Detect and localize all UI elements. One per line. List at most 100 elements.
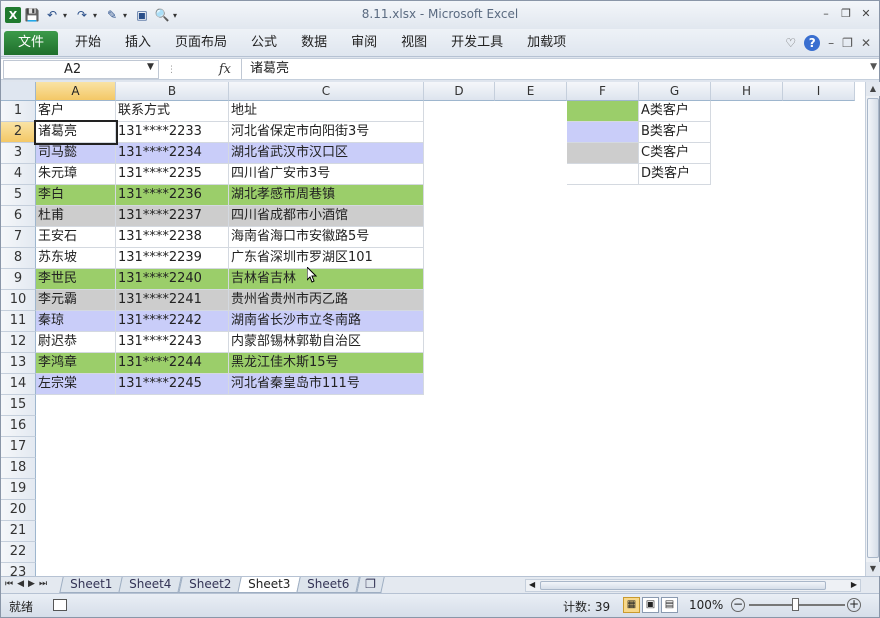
close-icon[interactable]: ✕ — [859, 7, 873, 21]
cell[interactable]: 131****2239 — [116, 248, 229, 269]
column-header[interactable]: H — [711, 82, 783, 101]
cell[interactable]: 左宗棠 — [36, 374, 116, 395]
row-header[interactable]: 19 — [1, 479, 36, 500]
legend-swatch[interactable] — [567, 143, 639, 164]
cell[interactable]: 李白 — [36, 185, 116, 206]
page-break-view-icon[interactable]: ▤ — [661, 597, 678, 613]
cell[interactable]: 131****2238 — [116, 227, 229, 248]
sheet-tab[interactable]: Sheet1 — [59, 577, 124, 593]
cell[interactable]: 湖北省武汉市汉口区 — [229, 143, 424, 164]
minimize-icon[interactable]: – — [819, 7, 833, 21]
insert-function-button[interactable]: fx — [219, 62, 231, 77]
zoom-in-icon[interactable]: + — [847, 598, 861, 612]
row-header[interactable]: 1 — [1, 101, 36, 122]
column-header[interactable]: G — [639, 82, 711, 101]
column-header[interactable]: E — [495, 82, 567, 101]
cell[interactable]: 131****2243 — [116, 332, 229, 353]
row-header[interactable]: 16 — [1, 416, 36, 437]
row-header[interactable]: 12 — [1, 332, 36, 353]
collapse-ribbon-icon[interactable]: ♡ — [785, 36, 796, 50]
row-header[interactable]: 8 — [1, 248, 36, 269]
scroll-down-icon[interactable]: ▼ — [866, 562, 880, 576]
scroll-up-icon[interactable]: ▲ — [866, 82, 880, 96]
row-header[interactable]: 10 — [1, 290, 36, 311]
cell[interactable]: 朱元璋 — [36, 164, 116, 185]
cell[interactable]: 河北省保定市向阳街3号 — [229, 122, 424, 143]
cell[interactable]: 秦琼 — [36, 311, 116, 332]
cell[interactable]: 131****2236 — [116, 185, 229, 206]
tab-file[interactable]: 文件 — [4, 31, 58, 55]
cell[interactable]: 李世民 — [36, 269, 116, 290]
expand-formula-icon[interactable]: ▼ — [870, 62, 877, 72]
doc-close-icon[interactable]: ✕ — [861, 36, 871, 50]
row-header[interactable]: 9 — [1, 269, 36, 290]
next-sheet-icon[interactable]: ▶ — [28, 579, 35, 589]
cell[interactable]: B类客户 — [639, 122, 711, 143]
resize-handle-icon[interactable]: ⋮ — [167, 65, 176, 75]
cell[interactable]: 吉林省吉林 — [229, 269, 424, 290]
zoom-slider-thumb[interactable] — [792, 598, 799, 611]
cell[interactable]: 联系方式 — [116, 101, 229, 122]
ribbon-tab[interactable]: 审阅 — [339, 29, 389, 57]
horizontal-scroll-thumb[interactable] — [540, 581, 826, 590]
restore-icon[interactable]: ❐ — [839, 7, 853, 21]
cell[interactable]: 杜甫 — [36, 206, 116, 227]
row-header[interactable]: 2 — [1, 122, 36, 143]
cell[interactable]: 客户 — [36, 101, 116, 122]
cell[interactable]: 尉迟恭 — [36, 332, 116, 353]
cell[interactable]: 131****2241 — [116, 290, 229, 311]
column-header[interactable]: D — [424, 82, 495, 101]
row-header[interactable]: 5 — [1, 185, 36, 206]
row-header[interactable]: 6 — [1, 206, 36, 227]
zoom-level[interactable]: 100% — [689, 598, 723, 612]
row-header[interactable]: 11 — [1, 311, 36, 332]
select-all-button[interactable] — [1, 82, 36, 101]
cell[interactable]: 河北省秦皇岛市111号 — [229, 374, 424, 395]
column-header[interactable]: F — [567, 82, 639, 101]
cell[interactable]: 131****2237 — [116, 206, 229, 227]
cell[interactable]: D类客户 — [639, 164, 711, 185]
cell[interactable]: 131****2233 — [116, 122, 229, 143]
row-header[interactable]: 3 — [1, 143, 36, 164]
cell[interactable]: 湖北孝感市周巷镇 — [229, 185, 424, 206]
cell[interactable]: 贵州省贵州市丙乙路 — [229, 290, 424, 311]
ribbon-tab[interactable]: 视图 — [389, 29, 439, 57]
sheet-tab[interactable]: Sheet4 — [118, 577, 183, 593]
last-sheet-icon[interactable]: ⏭ — [39, 579, 47, 589]
horizontal-scrollbar[interactable]: ◀ ▶ — [525, 579, 861, 592]
cell[interactable]: 湖南省长沙市立冬南路 — [229, 311, 424, 332]
sheet-tab[interactable]: Sheet3 — [237, 577, 302, 593]
row-header[interactable]: 14 — [1, 374, 36, 395]
row-header[interactable]: 7 — [1, 227, 36, 248]
insert-sheet-button[interactable]: ❐ — [355, 577, 385, 593]
worksheet-grid[interactable]: A B C D E F G H I 1 2 3 4 5 6 7 8 9 10 11 12 13 14 15 16 17 18 19 20… — [1, 82, 865, 576]
column-header[interactable]: A — [36, 82, 116, 101]
cell[interactable]: 王安石 — [36, 227, 116, 248]
sheet-tab[interactable]: Sheet2 — [177, 577, 242, 593]
row-header[interactable]: 15 — [1, 395, 36, 416]
cell[interactable]: 海南省海口市安徽路5号 — [229, 227, 424, 248]
cell[interactable]: 131****2235 — [116, 164, 229, 185]
scroll-right-icon[interactable]: ▶ — [851, 580, 857, 589]
legend-swatch[interactable] — [567, 164, 639, 185]
cell[interactable]: 地址 — [229, 101, 424, 122]
name-box-dropdown-icon[interactable]: ▼ — [147, 62, 154, 72]
cell[interactable]: 诸葛亮 — [34, 120, 118, 145]
ribbon-tab[interactable]: 加载项 — [515, 29, 578, 57]
row-header[interactable]: 21 — [1, 521, 36, 542]
row-header[interactable]: 18 — [1, 458, 36, 479]
cell[interactable]: 131****2245 — [116, 374, 229, 395]
column-header[interactable]: I — [783, 82, 855, 101]
ribbon-tab[interactable]: 开发工具 — [439, 29, 515, 57]
cell[interactable]: 131****2244 — [116, 353, 229, 374]
cell[interactable]: A类客户 — [639, 101, 711, 122]
cell[interactable]: 131****2242 — [116, 311, 229, 332]
row-header[interactable]: 22 — [1, 542, 36, 563]
cell[interactable]: 李元霸 — [36, 290, 116, 311]
doc-minimize-icon[interactable]: – — [828, 36, 834, 50]
row-header[interactable]: 20 — [1, 500, 36, 521]
normal-view-icon[interactable]: ▦ — [623, 597, 640, 613]
vertical-scroll-thumb[interactable] — [867, 98, 879, 558]
ribbon-tab[interactable]: 插入 — [113, 29, 163, 57]
formula-input[interactable]: 诸葛亮 — [241, 59, 865, 79]
